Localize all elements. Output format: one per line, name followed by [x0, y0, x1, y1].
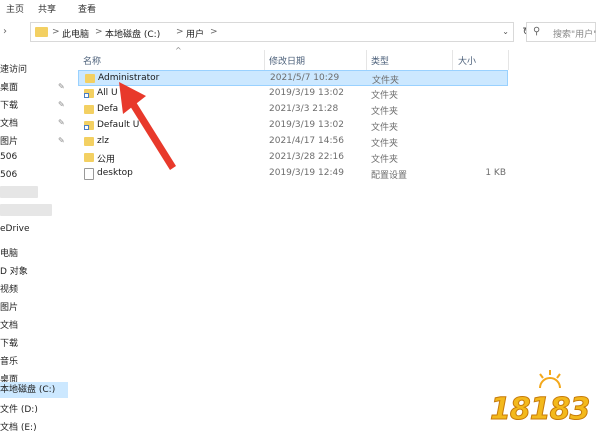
address-bar[interactable]: > 此电脑 > 本地磁盘 (C:) > 用户 > ⌄ [30, 22, 514, 42]
file-type: 文件夹 [371, 107, 399, 117]
pin-icon: ✎ [58, 118, 65, 127]
sidebar-item-pictures-pc[interactable]: 图片 [0, 300, 70, 316]
column-header-size[interactable]: 大小 [458, 54, 476, 67]
watermark-text: 18183 [489, 392, 590, 428]
pin-icon: ✎ [58, 136, 65, 145]
file-name: Default U [97, 120, 140, 130]
file-date: 2021/5/7 10:29 [270, 73, 340, 83]
pin-icon: ✎ [58, 82, 65, 91]
file-name: Defa [97, 104, 119, 114]
column-divider[interactable] [264, 50, 265, 70]
breadcrumb-users[interactable]: 用户 [186, 27, 204, 40]
file-name: desktop [97, 168, 133, 178]
file-row-public[interactable]: 公用 2021/3/28 22:16 文件夹 [78, 150, 508, 166]
search-box[interactable]: ⚲ 搜索"用户" [526, 22, 596, 42]
sidebar-item-documents-pc[interactable]: 文档 [0, 318, 70, 334]
file-type: 文件夹 [372, 76, 400, 86]
sidebar-item-downloads-pc[interactable]: 下载 [0, 336, 70, 352]
breadcrumb-separator: > [95, 27, 103, 37]
file-name: 公用 [97, 155, 116, 165]
blurred-item [0, 186, 38, 198]
ribbon: 主页 共享 查看 [0, 0, 596, 16]
column-divider[interactable] [366, 50, 367, 70]
sidebar-item-quick-access[interactable]: 速访问 [0, 62, 70, 78]
file-row-zlz[interactable]: zlz 2021/4/17 14:56 文件夹 [78, 134, 508, 150]
search-placeholder: 搜索"用户" [553, 30, 596, 40]
folder-shortcut-icon [84, 89, 94, 98]
sidebar-item-videos[interactable]: 视频 [0, 282, 70, 298]
folder-icon [84, 137, 94, 146]
sidebar-item-folder-506[interactable]: 506 [0, 152, 70, 168]
file-row-all-users[interactable]: All U 2019/3/19 13:02 文件夹 [78, 86, 508, 102]
file-type: 配置设置 [371, 171, 408, 181]
sidebar-item-music[interactable]: 音乐 [0, 354, 70, 370]
file-date: 2021/3/3 21:28 [269, 104, 339, 114]
sidebar-item-local-disk-c[interactable]: 本地磁盘 (C:) [0, 382, 68, 398]
file-row-default-user[interactable]: Default U 2019/3/19 13:02 文件夹 [78, 118, 508, 134]
breadcrumb-local-disk[interactable]: 本地磁盘 (C:) [105, 27, 160, 40]
settings-file-icon [84, 168, 94, 180]
file-name: zlz [97, 136, 109, 146]
file-row-administrator[interactable]: Administrator 2021/5/7 10:29 文件夹 [78, 70, 508, 86]
navigation-pane: 速访问 桌面 ✎ 下载 ✎ 文档 ✎ 图片 ✎ 506 506 eDrive 电… [0, 50, 70, 438]
file-name: Administrator [98, 73, 160, 83]
column-divider[interactable] [452, 50, 453, 70]
file-type: 文件夹 [371, 155, 399, 165]
column-header-type[interactable]: 类型 [371, 54, 389, 67]
pin-icon: ✎ [58, 100, 65, 109]
folder-icon [84, 153, 94, 162]
sidebar-item-drive-e[interactable]: 文档 (E:) [0, 420, 70, 436]
breadcrumb-this-pc[interactable]: 此电脑 [62, 27, 89, 40]
sidebar-item-3d-objects[interactable]: D 对象 [0, 264, 70, 280]
up-arrow-icon[interactable]: › [3, 26, 7, 37]
tab-home[interactable]: 主页 [6, 2, 24, 15]
breadcrumb-separator: > [52, 27, 60, 37]
column-header-name[interactable]: 名称 [83, 54, 101, 67]
file-name: All U [97, 88, 118, 98]
tab-share[interactable]: 共享 [38, 2, 56, 15]
file-row-desktop-ini[interactable]: desktop 2019/3/19 12:49 配置设置 1 KB [78, 166, 508, 182]
search-icon: ⚲ [533, 26, 541, 37]
watermark-logo: 18183 [488, 366, 591, 432]
sort-caret-icon: ^ [175, 46, 182, 55]
file-date: 2019/3/19 12:49 [269, 168, 344, 178]
blurred-item [0, 204, 52, 216]
column-header-date[interactable]: 修改日期 [269, 54, 305, 67]
sidebar-item-drive-d[interactable]: 文件 (D:) [0, 402, 70, 418]
sun-icon [539, 370, 561, 389]
folder-shortcut-icon [84, 121, 94, 130]
folder-icon [85, 74, 95, 83]
file-type: 文件夹 [371, 139, 399, 149]
chevron-down-icon[interactable]: ⌄ [502, 27, 509, 36]
breadcrumb-separator: > [176, 27, 184, 37]
tab-view[interactable]: 查看 [78, 2, 96, 15]
sidebar-item-onedrive[interactable]: eDrive [0, 224, 70, 240]
file-date: 2021/3/28 22:16 [269, 152, 344, 162]
folder-icon [35, 27, 48, 37]
file-size: 1 KB [485, 168, 506, 178]
column-divider[interactable] [508, 50, 509, 70]
breadcrumb-separator: > [210, 27, 218, 37]
sidebar-item-this-pc[interactable]: 电脑 [0, 246, 70, 262]
file-row-default[interactable]: Defa 2021/3/3 21:28 文件夹 [78, 102, 508, 118]
file-date: 2019/3/19 13:02 [269, 88, 344, 98]
address-bar-row: › > 此电脑 > 本地磁盘 (C:) > 用户 > ⌄ ↻ ⚲ 搜索"用户" [0, 18, 596, 46]
file-date: 2021/4/17 14:56 [269, 136, 344, 146]
file-type: 文件夹 [371, 91, 399, 101]
sidebar-item-folder-506b[interactable]: 506 [0, 170, 70, 186]
file-type: 文件夹 [371, 123, 399, 133]
file-date: 2019/3/19 13:02 [269, 120, 344, 130]
folder-icon [84, 105, 94, 114]
